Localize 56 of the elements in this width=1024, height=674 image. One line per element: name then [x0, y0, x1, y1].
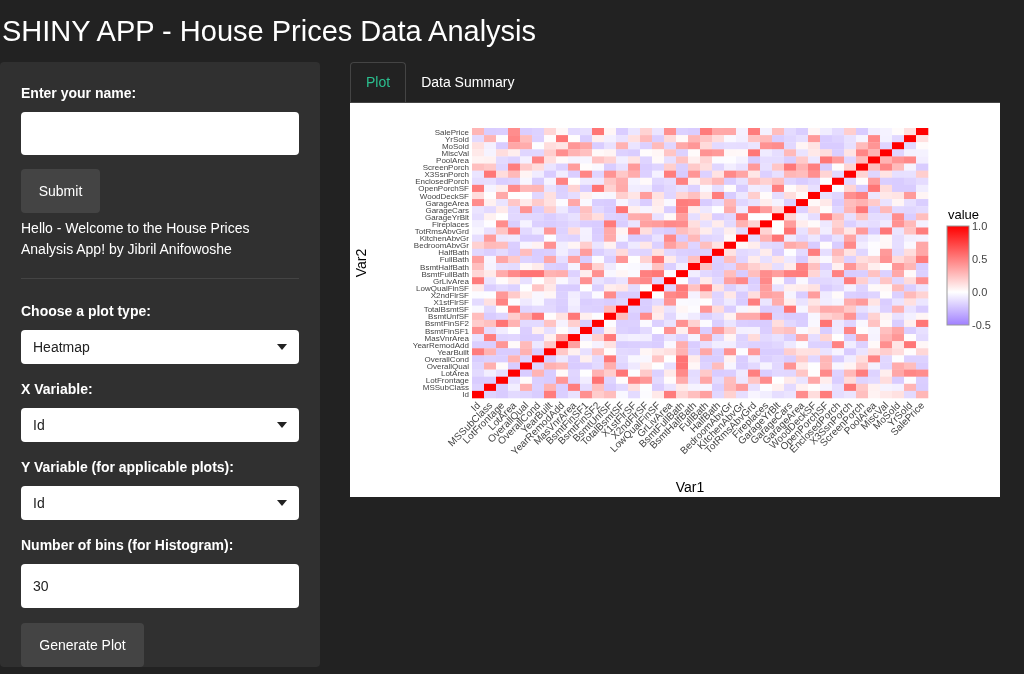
- app-title: SHINY APP - House Prices Data Analysis: [1, 14, 538, 49]
- legend-tick-label: 1.0: [972, 220, 988, 232]
- axis-label: TotalBsmtSF: [423, 305, 469, 315]
- tab[interactable]: Plot: [350, 62, 407, 102]
- caret-icon: [277, 422, 287, 428]
- axis-label: BsmtUnfSF: [428, 312, 469, 322]
- axis-label: X3SsnPorch: [424, 170, 469, 180]
- legend-title: value: [948, 207, 980, 222]
- axis-label: BedroomAbvGr: [413, 241, 469, 251]
- greeting-text: Hello - Welcome to the House Prices Analysis App! by Jibril Anifowoshe: [21, 219, 251, 259]
- name-input[interactable]: [21, 112, 299, 155]
- axis-label: Id: [462, 390, 469, 400]
- submit-button[interactable]: Submit: [21, 169, 100, 213]
- axis-label: TotRmsAbvGrd: [414, 227, 469, 237]
- axis-label: HalfBath: [438, 248, 469, 258]
- field-label: X Variable:: [21, 380, 94, 399]
- axis-label: PoolArea: [436, 155, 469, 165]
- caret-icon: [277, 344, 287, 350]
- field-label: Number of bins (for Histogram):: [21, 536, 235, 555]
- legend-tick-label: -0.5: [972, 319, 991, 331]
- axis-label: MoSold: [441, 141, 469, 151]
- axis-label: FullBath: [439, 255, 469, 265]
- select-field[interactable]: Id: [21, 408, 299, 442]
- axis-label: OpenPorchSF: [418, 184, 469, 194]
- axis-label: KitchenAbvGr: [419, 234, 469, 244]
- axis-label: ScreenPorch: [422, 163, 469, 173]
- axis-label: BsmtFinSF2: [425, 319, 469, 329]
- axis-label: BsmtFullBath: [421, 269, 469, 279]
- legend-tick-label: 0.5: [972, 253, 988, 265]
- axis-label: EnclosedPorch: [415, 177, 469, 187]
- axis-label: BsmtHalfBath: [420, 262, 469, 272]
- axis-label: YearBuilt: [437, 347, 469, 357]
- select-field[interactable]: Id: [21, 486, 299, 520]
- select-field[interactable]: Heatmap: [21, 330, 299, 364]
- generate-plot-button[interactable]: Generate Plot: [21, 623, 144, 667]
- axis-label: BsmtFinSF1: [425, 326, 469, 336]
- axis-label: GrLivArea: [433, 276, 469, 286]
- legend-tick-label: 0.0: [972, 286, 988, 298]
- axis-label: MiscVal: [441, 148, 469, 158]
- y-axis-title: Var2: [353, 248, 369, 278]
- axis-label: WoodDeckSF: [419, 191, 469, 201]
- tab[interactable]: Data Summary: [406, 62, 530, 102]
- axis-label: SalePrice: [434, 127, 469, 137]
- axis-label: YearRemodAdd: [412, 340, 469, 350]
- field-label: Choose a plot type:: [21, 302, 152, 321]
- axis-label: OverallCond: [424, 354, 469, 364]
- caret-icon: [277, 500, 287, 506]
- axis-label: OverallQual: [426, 362, 469, 372]
- field-label: Enter your name:: [21, 84, 138, 103]
- input-field[interactable]: 30: [21, 564, 299, 608]
- axis-label: YrSold: [445, 134, 469, 144]
- x-axis-title: Var1: [675, 479, 705, 495]
- field-label: Y Variable (for applicable plots):: [21, 458, 235, 477]
- axis-label: MasVnrArea: [424, 333, 469, 343]
- axis-label: LotFrontage: [425, 376, 469, 386]
- axis-label: X1stFlrSF: [433, 298, 469, 308]
